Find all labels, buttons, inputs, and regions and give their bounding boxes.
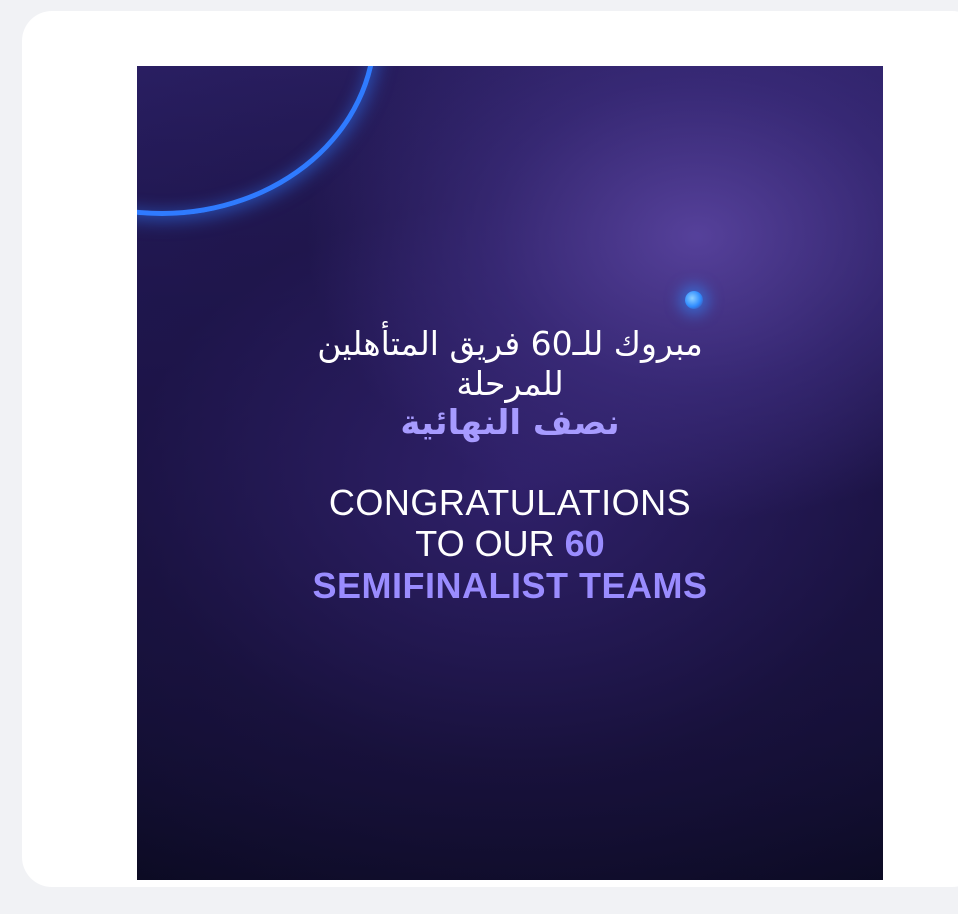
glowing-orb-decoration <box>685 291 703 309</box>
english-headline-highlight: SEMIFINALIST TEAMS <box>312 564 708 606</box>
arabic-headline-highlight: نصف النهائية <box>400 403 620 444</box>
announcement-image[interactable]: مبروك للـ60 فريق المتأهلين للمرحلة نصف ا… <box>137 66 883 880</box>
announcement-text: مبروك للـ60 فريق المتأهلين للمرحلة نصف ا… <box>137 324 883 606</box>
english-headline-prefix: TO OUR <box>415 523 565 565</box>
arabic-headline-line-1: مبروك للـ60 فريق المتأهلين <box>317 324 703 363</box>
team-count-highlight: 60 <box>564 523 605 565</box>
english-headline-line-1: CONGRATULATIONS <box>328 481 692 523</box>
arabic-headline-line-2: للمرحلة <box>456 363 564 403</box>
english-headline-line-2: TO OUR 60 <box>137 523 883 564</box>
blue-arc-decoration <box>137 66 377 216</box>
